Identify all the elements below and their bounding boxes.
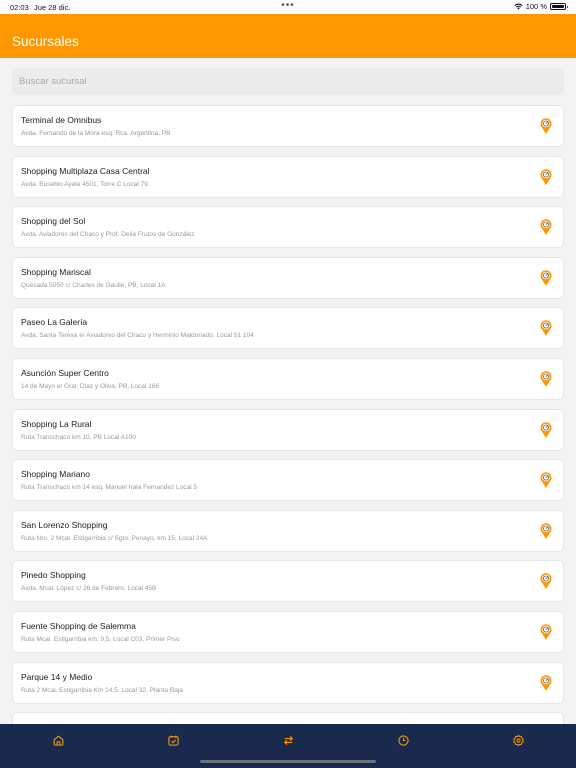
branch-address: Avda. Eusebio Ayala 4501, Torre C Local … [21, 180, 148, 188]
branch-card[interactable]: Pinedo Shopping Avda. Mcal. López c/ 26 d… [12, 560, 564, 603]
tab-settings[interactable] [510, 732, 526, 748]
location-pin-icon [540, 168, 552, 185]
branch-address: Avda. Mcal. López c/ 26 de Febrero, Loca… [21, 585, 157, 593]
branch-name: Shopping Mariscal [21, 266, 91, 277]
branch-address: Avda. Aviadores del Chaco y Prof. Delia … [21, 231, 195, 239]
branch-address: Ruta Transchaco km 10, PB Local A100 [21, 433, 136, 441]
branch-card[interactable]: Terminal de Omnibus Avda. Fernando de la … [12, 105, 564, 147]
transfer-arrows-icon [283, 735, 293, 745]
branch-address: Ruta Mcal. Estigarribia km. 9,5, Local C… [21, 635, 180, 643]
wifi-icon [514, 3, 523, 10]
branch-name: Paseo La Galería [21, 317, 88, 328]
branch-card[interactable]: Paseo La Galería Avda. Santa Teresa e/ Av… [12, 307, 564, 350]
tab-history[interactable] [395, 732, 411, 748]
status-right: 100 % [514, 2, 568, 11]
location-pin-icon [540, 320, 552, 337]
branch-address: Ruta 2 Mcal. Estigarribia Km 14,5. Local… [21, 686, 183, 694]
branch-name: Shopping La Rural [21, 418, 92, 429]
battery-percent: 100 % [525, 2, 547, 11]
location-pin-icon [540, 522, 552, 539]
location-pin-icon [540, 371, 552, 387]
tab-home[interactable] [50, 732, 66, 748]
branch-address: Avda. Santa Teresa e/ Aviadores del Chac… [21, 332, 254, 340]
calendar-check-icon [167, 735, 179, 746]
branch-card[interactable]: Shopping Mariano Ruta Transchaco km 14 es… [12, 459, 564, 502]
status-time: 02:03 [10, 3, 29, 12]
branch-name: Asunción Super Centro [21, 367, 109, 378]
branch-name: Fuente Shopping de Salemma [21, 620, 136, 631]
location-pin-icon [540, 219, 552, 236]
location-pin-icon [540, 573, 552, 590]
branch-list[interactable]: Terminal de Omnibus Avda. Fernando de la … [12, 105, 564, 763]
branch-card[interactable]: Fuente Shopping de Salemma Ruta Mcal. Est… [12, 610, 564, 653]
status-bar: 02:03 Jue 28 dic. ••• 100 % [0, 0, 576, 14]
branch-name: San Lorenzo Shopping [21, 519, 108, 530]
app-header: Sucursales [0, 14, 576, 58]
home-icon [53, 735, 63, 746]
branch-card[interactable]: Parque 14 y Medio Ruta 2 Mcal. Estigarrib… [12, 661, 564, 704]
branch-card[interactable]: Shopping La Rural Ruta Transchaco km 10, … [12, 408, 564, 451]
status-date: Jue 28 dic. [34, 3, 71, 12]
branch-name: Shopping Multiplaza Casa Central [21, 165, 150, 176]
location-pin-icon [540, 118, 552, 134]
branch-name: Shopping del Sol [21, 216, 86, 227]
branch-address: 14 de Mayo e/ Gral. Díaz y Oliva, PB, Lo… [21, 382, 160, 390]
branch-name: Parque 14 y Medio [21, 671, 93, 682]
location-pin-icon [540, 270, 552, 286]
location-pin-icon [540, 624, 552, 640]
branch-address: Quesada 5050 c/ Charles de Gaulle, PB, L… [21, 281, 166, 289]
branch-address: Ruta Nro. 2 Mcal. Estigarribia c/ Sgto. … [21, 534, 208, 542]
branch-address: Avda. Fernando de la Mora esq. Rca. Arge… [21, 130, 171, 137]
clock-icon [397, 734, 409, 746]
branch-card[interactable]: Shopping Mariscal Quesada 5050 c/ Charles… [12, 256, 564, 299]
branch-card[interactable]: San Lorenzo Shopping Ruta Nro. 2 Mcal. Es… [12, 509, 564, 552]
battery-icon [550, 3, 568, 10]
branch-address: Ruta Transchaco km 14 esq. Manuel Irala … [21, 484, 197, 492]
branch-name: Terminal de Omnibus [21, 115, 102, 125]
page-title: Sucursales [12, 34, 79, 49]
branch-card[interactable]: Asunción Super Centro 14 de Mayo e/ Gral.… [12, 357, 564, 400]
gear-icon [512, 734, 524, 746]
location-pin-icon [540, 472, 552, 489]
home-indicator [200, 760, 376, 763]
location-pin-icon [540, 421, 552, 438]
tab-transfer[interactable] [280, 732, 296, 748]
tab-calendar[interactable] [165, 732, 181, 748]
location-pin-icon [540, 674, 552, 691]
multitasking-dots[interactable]: ••• [281, 0, 295, 11]
branch-card[interactable]: Shopping Multiplaza Casa Central Avda. Eu… [12, 155, 564, 198]
branch-name: Shopping Mariano [21, 469, 90, 480]
branch-card[interactable]: Shopping del Sol Avda. Aviadores del Chac… [12, 206, 564, 249]
branch-name: Pinedo Shopping [21, 570, 86, 581]
search-input[interactable] [12, 68, 564, 95]
